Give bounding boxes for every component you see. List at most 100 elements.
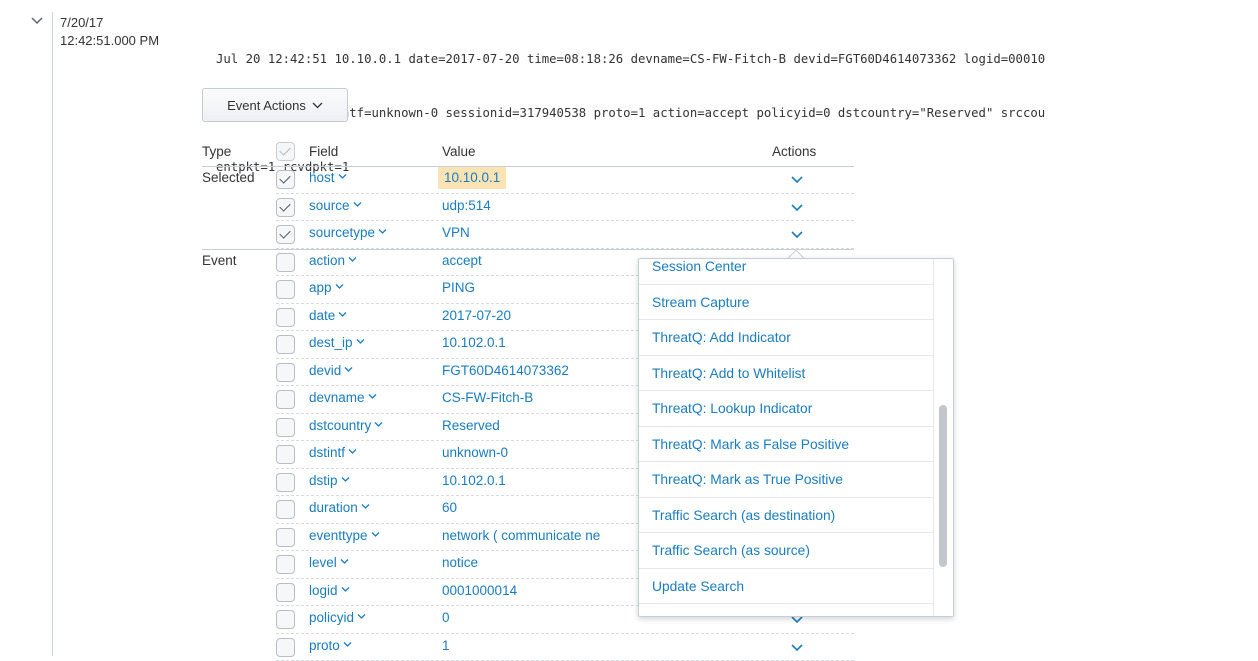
event-timestamp: 7/20/17 12:42:51.000 PM — [60, 14, 159, 50]
caret-down-icon — [371, 530, 380, 539]
collapse-event-chevron-icon[interactable] — [30, 14, 44, 28]
field-value-link[interactable]: PING — [442, 280, 475, 295]
field-name: level — [309, 555, 337, 570]
field-row: source udp:514 — [202, 194, 854, 222]
field-select-checkbox[interactable] — [276, 225, 295, 244]
field-name-link[interactable]: devid — [309, 363, 353, 378]
field-actions-chevron-icon[interactable] — [790, 201, 804, 215]
field-name: proto — [309, 638, 340, 653]
field-value-link[interactable]: 60 — [442, 500, 457, 515]
column-header-type: Type — [202, 140, 231, 164]
field-name: devid — [309, 363, 341, 378]
field-name: host — [309, 170, 335, 185]
menu-item[interactable]: Stream Capture — [639, 285, 935, 321]
field-select-checkbox[interactable] — [276, 198, 295, 217]
field-value-link[interactable]: 0001000014 — [442, 583, 517, 598]
menu-item[interactable]: ThreatQ: Mark as False Positive — [639, 427, 935, 463]
field-value-link[interactable]: FGT60D4614073362 — [442, 363, 569, 378]
field-value-link[interactable]: 0 — [442, 610, 450, 625]
field-name: dstintf — [309, 445, 345, 460]
field-select-checkbox[interactable] — [276, 610, 295, 629]
field-value-link[interactable]: 10.102.0.1 — [442, 335, 506, 350]
event-actions-button[interactable]: Event Actions — [202, 88, 348, 122]
field-row: proto 1 — [202, 634, 854, 661]
menu-item[interactable]: Session Center — [639, 258, 935, 285]
field-select-checkbox[interactable] — [276, 473, 295, 492]
field-select-checkbox[interactable] — [276, 335, 295, 354]
field-actions-chevron-icon[interactable] — [790, 641, 804, 655]
field-name-link[interactable]: eventtype — [309, 528, 380, 543]
field-name-link[interactable]: dstcountry — [309, 418, 383, 433]
field-name-link[interactable]: devname — [309, 390, 377, 405]
field-value-link[interactable]: network ( communicate ne — [442, 528, 600, 543]
field-select-checkbox[interactable] — [276, 280, 295, 299]
field-select-checkbox[interactable] — [276, 418, 295, 437]
field-name-link[interactable]: date — [309, 308, 347, 323]
field-select-checkbox[interactable] — [276, 528, 295, 547]
field-value-link[interactable]: Reserved — [442, 418, 500, 433]
field-value-link[interactable]: udp:514 — [442, 198, 491, 213]
menu-item[interactable]: ThreatQ: Add to Whitelist — [639, 356, 935, 392]
field-select-checkbox[interactable] — [276, 390, 295, 409]
field-name-link[interactable]: dest_ip — [309, 335, 365, 350]
field-value-link[interactable]: notice — [442, 555, 478, 570]
field-value-link[interactable]: 10.102.0.1 — [442, 473, 506, 488]
caret-down-icon — [343, 640, 352, 649]
field-value-link[interactable]: 10.10.0.1 — [438, 167, 506, 189]
group-label-selected: Selected — [202, 170, 255, 185]
field-select-checkbox[interactable] — [276, 170, 295, 189]
select-all-checkbox[interactable] — [276, 142, 295, 161]
field-actions-menu: Session CenterStream CaptureThreatQ: Add… — [638, 258, 954, 617]
field-select-checkbox[interactable] — [276, 308, 295, 327]
field-name: logid — [309, 583, 338, 598]
field-name: sourcetype — [309, 225, 375, 240]
field-name-link[interactable]: proto — [309, 638, 352, 653]
menu-item[interactable]: Traffic Search (as source) — [639, 533, 935, 569]
field-name-link[interactable]: policyid — [309, 610, 366, 625]
event-date: 7/20/17 — [60, 14, 159, 32]
column-header-value: Value — [442, 140, 476, 164]
caret-down-icon — [348, 255, 357, 264]
field-actions-chevron-icon[interactable] — [790, 228, 804, 242]
menu-item[interactable]: Traffic Search (as destination) — [639, 498, 935, 534]
field-select-checkbox[interactable] — [276, 253, 295, 272]
field-value-link[interactable]: unknown-0 — [442, 445, 508, 460]
menu-item[interactable]: ThreatQ: Add Indicator — [639, 320, 935, 356]
menu-item[interactable]: ThreatQ: Lookup Indicator — [639, 391, 935, 427]
menu-item[interactable]: ThreatQ: Mark as True Positive — [639, 462, 935, 498]
field-name-link[interactable]: source — [309, 198, 362, 213]
field-name-link[interactable]: level — [309, 555, 349, 570]
field-select-checkbox[interactable] — [276, 583, 295, 602]
field-name-link[interactable]: dstintf — [309, 445, 357, 460]
field-name: duration — [309, 500, 358, 515]
field-select-checkbox[interactable] — [276, 445, 295, 464]
field-value-link[interactable]: 2017-07-20 — [442, 308, 511, 323]
field-name: date — [309, 308, 335, 323]
field-actions-chevron-icon[interactable] — [790, 173, 804, 187]
field-value-link[interactable]: VPN — [442, 225, 470, 240]
field-value-link[interactable]: CS-FW-Fitch-B — [442, 390, 533, 405]
field-name-link[interactable]: dstip — [309, 473, 350, 488]
field-select-checkbox[interactable] — [276, 638, 295, 657]
field-name: dstip — [309, 473, 338, 488]
caret-down-icon — [378, 227, 387, 236]
raw-event-line: Jul 20 12:42:51 10.10.0.1 date=2017-07-2… — [216, 50, 1258, 68]
field-name-link[interactable]: sourcetype — [309, 225, 387, 240]
caret-down-icon — [344, 365, 353, 374]
field-name-link[interactable]: action — [309, 253, 357, 268]
field-name-link[interactable]: app — [309, 280, 344, 295]
field-name-link[interactable]: host — [309, 170, 347, 185]
field-value-link[interactable]: 1 — [442, 638, 450, 653]
field-name-link[interactable]: logid — [309, 583, 350, 598]
field-select-checkbox[interactable] — [276, 500, 295, 519]
caret-down-icon — [361, 502, 370, 511]
field-select-checkbox[interactable] — [276, 555, 295, 574]
field-name: devname — [309, 390, 365, 405]
caret-down-icon — [335, 282, 344, 291]
field-value-link[interactable]: accept — [442, 253, 482, 268]
menu-scrollbar-track[interactable] — [933, 259, 953, 616]
menu-scrollbar-thumb[interactable] — [939, 405, 947, 567]
field-name-link[interactable]: duration — [309, 500, 370, 515]
field-select-checkbox[interactable] — [276, 363, 295, 382]
menu-item[interactable]: Update Search — [639, 569, 935, 605]
